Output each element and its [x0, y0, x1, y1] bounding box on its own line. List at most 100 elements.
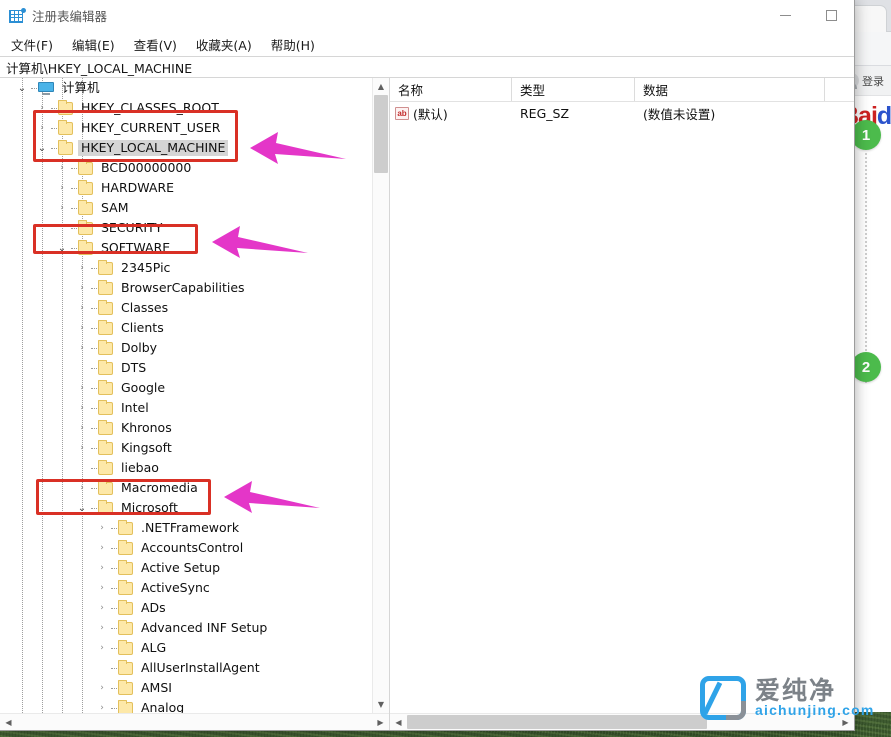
tree-scroll-track[interactable]	[373, 95, 389, 696]
tree-item-label: Microsoft	[118, 500, 181, 516]
tree-item-kingsoft[interactable]: ›Kingsoft	[0, 438, 372, 458]
maximize-button[interactable]	[808, 0, 854, 32]
chevron-right-icon[interactable]: ›	[74, 418, 90, 438]
tree-item-hkey-local-machine[interactable]: ⌄HKEY_LOCAL_MACHINE	[0, 138, 372, 158]
chevron-right-icon[interactable]: ›	[94, 578, 110, 598]
registry-tree[interactable]: ⌄ 计算机 ›HKEY_CLASSES_ROOT›HKEY_CURRENT_USER…	[0, 78, 372, 713]
scroll-right-icon[interactable]: ▶	[372, 714, 389, 730]
tree-item-label: Active Setup	[138, 560, 223, 576]
menu-item-help[interactable]: 帮助(H)	[270, 33, 316, 56]
tree-scroll-thumb[interactable]	[374, 95, 388, 173]
table-row[interactable]: ab (默认) REG_SZ (数值未设置)	[390, 102, 854, 124]
folder-icon	[118, 562, 133, 575]
menu-item-edit[interactable]: 编辑(E)	[71, 33, 116, 56]
chevron-right-icon[interactable]: ›	[74, 398, 90, 418]
tree-connector	[70, 218, 78, 238]
tree-item-active-setup[interactable]: › Active Setup	[0, 558, 372, 578]
tree-item-liebao[interactable]: liebao	[0, 458, 372, 478]
tree-item-khronos[interactable]: ›Khronos	[0, 418, 372, 438]
chevron-down-icon[interactable]: ⌄	[74, 498, 90, 518]
chevron-right-icon[interactable]: ›	[54, 178, 70, 198]
chevron-right-icon[interactable]: ›	[94, 698, 110, 713]
tree-item-browsercapabilities[interactable]: ›BrowserCapabilities	[0, 278, 372, 298]
chevron-right-icon[interactable]: ›	[74, 278, 90, 298]
tree-item-classes[interactable]: ›Classes	[0, 298, 372, 318]
tree-connector	[90, 438, 98, 458]
tree-item-google[interactable]: ›Google	[0, 378, 372, 398]
chevron-right-icon[interactable]: ›	[54, 198, 70, 218]
tree-item-sam[interactable]: ›SAM	[0, 198, 372, 218]
tree-item-macromedia[interactable]: ›Macromedia	[0, 478, 372, 498]
chevron-down-icon[interactable]: ⌄	[14, 78, 30, 98]
tree-item-label: 计算机	[59, 80, 103, 96]
scroll-left-icon[interactable]: ◀	[0, 714, 17, 730]
tree-connector	[110, 538, 118, 558]
tree-item-activesync[interactable]: ›ActiveSync	[0, 578, 372, 598]
tree-item-alg[interactable]: ›ALG	[0, 638, 372, 658]
tree-item-label: Intel	[118, 400, 152, 416]
tree-item-clients[interactable]: ›Clients	[0, 318, 372, 338]
chevron-right-icon[interactable]: ›	[34, 118, 50, 138]
chevron-right-icon[interactable]: ›	[94, 538, 110, 558]
list-hscroll-thumb[interactable]	[407, 715, 707, 729]
tree-item-amsi[interactable]: ›AMSI	[0, 678, 372, 698]
column-header-name[interactable]: 名称	[390, 78, 512, 101]
watermark-en: aichunjing.com	[755, 702, 874, 718]
menu-item-favorites[interactable]: 收藏夹(A)	[195, 33, 253, 56]
tree-vertical-scrollbar[interactable]: ▲ ▼	[372, 78, 389, 713]
address-bar[interactable]: 计算机\HKEY_LOCAL_MACHINE	[0, 56, 854, 78]
watermark-text: 爱纯净 aichunjing.com	[755, 678, 874, 719]
tree-item-[interactable]: ⌄ 计算机	[0, 78, 372, 98]
chevron-right-icon[interactable]: ›	[94, 618, 110, 638]
chevron-right-icon[interactable]: ›	[94, 558, 110, 578]
chevron-right-icon[interactable]: ›	[74, 258, 90, 278]
tree-item-hkey-current-user[interactable]: ›HKEY_CURRENT_USER	[0, 118, 372, 138]
baidu-logo-du: du	[877, 102, 891, 130]
minimize-button[interactable]	[762, 0, 808, 32]
tree-item-dolby[interactable]: ›Dolby	[0, 338, 372, 358]
tree-item-intel[interactable]: › Intel	[0, 398, 372, 418]
list-rows[interactable]: ab (默认) REG_SZ (数值未设置)	[390, 102, 854, 713]
tree-hscroll-track[interactable]	[17, 714, 372, 730]
aichunjing-logo-icon	[700, 676, 746, 720]
menu-item-file[interactable]: 文件(F)	[10, 33, 54, 56]
chevron-right-icon[interactable]: ›	[74, 298, 90, 318]
scroll-down-icon[interactable]: ▼	[373, 696, 389, 713]
tree-item-ads[interactable]: ›ADs	[0, 598, 372, 618]
chevron-right-icon[interactable]: ›	[94, 518, 110, 538]
tree-item-2345pic[interactable]: ›2345Pic	[0, 258, 372, 278]
tree-item-security[interactable]: SECURITY	[0, 218, 372, 238]
chevron-right-icon[interactable]: ›	[54, 158, 70, 178]
chevron-right-icon[interactable]: ›	[74, 318, 90, 338]
chevron-down-icon[interactable]: ⌄	[54, 238, 70, 258]
chevron-right-icon[interactable]: ›	[74, 378, 90, 398]
column-header-type[interactable]: 类型	[512, 78, 635, 101]
tree-item-dts[interactable]: DTS	[0, 358, 372, 378]
chevron-down-icon[interactable]: ⌄	[34, 138, 50, 158]
tree-connector	[90, 338, 98, 358]
column-header-data[interactable]: 数据	[635, 78, 825, 101]
chevron-right-icon[interactable]: ›	[74, 438, 90, 458]
login-link[interactable]: 登录	[862, 73, 884, 89]
chevron-right-icon[interactable]: ›	[94, 638, 110, 658]
tree-item-netframework[interactable]: ›.NETFramework	[0, 518, 372, 538]
tree-item-software[interactable]: ⌄SOFTWARE	[0, 238, 372, 258]
tree-item-analog[interactable]: ›Analog	[0, 698, 372, 713]
tree-item-bcd00000000[interactable]: ›BCD00000000	[0, 158, 372, 178]
scroll-up-icon[interactable]: ▲	[373, 78, 389, 95]
menu-item-view[interactable]: 查看(V)	[133, 33, 178, 56]
list-scroll-left-icon[interactable]: ◀	[390, 714, 407, 730]
tree-item-microsoft[interactable]: ⌄ Microsoft	[0, 498, 372, 518]
chevron-right-icon[interactable]: ›	[74, 478, 90, 498]
tree-item-advanced-inf-setup[interactable]: ›Advanced INF Setup	[0, 618, 372, 638]
chevron-right-icon[interactable]: ›	[94, 678, 110, 698]
tree-item-hardware[interactable]: ›HARDWARE	[0, 178, 372, 198]
chevron-right-icon[interactable]: ›	[74, 338, 90, 358]
chevron-right-icon[interactable]: ›	[94, 598, 110, 618]
tree-item-alluserinstallagent[interactable]: AllUserInstallAgent	[0, 658, 372, 678]
tree-item-hkey-classes-root[interactable]: ›HKEY_CLASSES_ROOT	[0, 98, 372, 118]
chevron-right-icon[interactable]: ›	[34, 98, 50, 118]
tree-horizontal-scrollbar[interactable]: ◀ ▶	[0, 713, 389, 730]
title-bar[interactable]: 注册表编辑器	[0, 0, 854, 32]
tree-item-accountscontrol[interactable]: ›AccountsControl	[0, 538, 372, 558]
